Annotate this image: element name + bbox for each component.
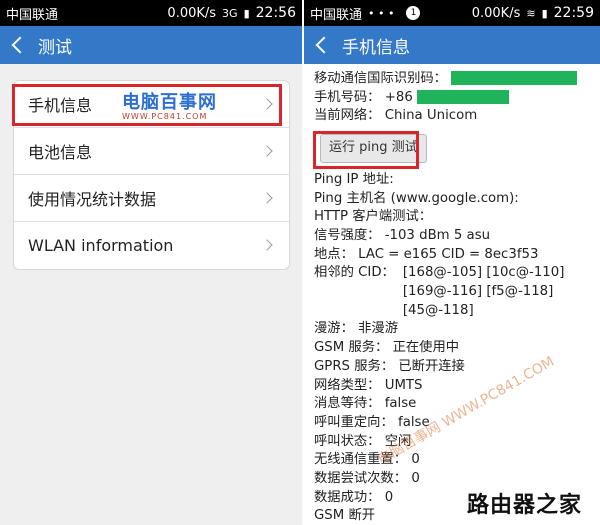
ping-ip-row: Ping IP 地址: bbox=[314, 171, 394, 187]
menu-item-label: WLAN information bbox=[28, 236, 174, 255]
call-state-label: 呼叫状态： bbox=[314, 433, 381, 449]
page-title: 测试 bbox=[38, 37, 72, 58]
gsm-label: GSM 服务： bbox=[314, 340, 389, 356]
back-icon[interactable] bbox=[11, 36, 29, 54]
redacted-phone bbox=[417, 89, 510, 104]
menu-item-label: 使用情况统计数据 bbox=[28, 190, 157, 209]
redacted-imei bbox=[451, 71, 578, 85]
location-row: 地点： LAC = e165 CID = 8ec3f53 bbox=[314, 246, 596, 265]
neighbor-cid-value: [169@-116] [f5@-118] bbox=[402, 284, 554, 300]
back-icon[interactable] bbox=[315, 36, 333, 54]
network-label: 当前网络： bbox=[314, 108, 381, 124]
http-client-row: HTTP 客户端测试： bbox=[314, 209, 433, 225]
wifi-icon: ≋ bbox=[526, 6, 536, 20]
network-speed: 0.00K/s bbox=[471, 5, 521, 21]
network-type-row: 网络类型： UMTS bbox=[314, 377, 596, 396]
phone-label: 手机号码： bbox=[314, 89, 381, 105]
menu-item-battery-info[interactable]: 电池信息 bbox=[14, 128, 289, 175]
radio-reset-row: 无线通信重置： 0 bbox=[314, 451, 596, 470]
brand-watermark: 路由器之家 bbox=[466, 487, 582, 519]
call-state-row: 呼叫状态： 空闲 bbox=[314, 433, 596, 452]
call-redirect-label: 呼叫重定向： bbox=[314, 414, 394, 430]
watermark-url: WWW.PC841.COM bbox=[122, 112, 208, 121]
status-bar: 中国联通 • • • 1 0.00K/s ≋ ▮ 22:59 bbox=[304, 0, 600, 26]
gsm-service-row: GSM 服务： 正在使用中 bbox=[314, 339, 596, 358]
network-type-value: UMTS bbox=[384, 377, 423, 393]
message-waiting-label: 消息等待： bbox=[314, 396, 381, 412]
chevron-right-icon bbox=[261, 192, 273, 204]
battery-icon: ▮ bbox=[243, 6, 250, 20]
carrier-name: 中国联通 bbox=[310, 7, 363, 23]
phone-prefix: +86 bbox=[384, 89, 413, 105]
gsm-value: 正在使用中 bbox=[392, 340, 460, 356]
signal-row: 信号强度： -103 dBm 5 asu bbox=[314, 227, 596, 246]
phone-number-row: 手机号码： +86 bbox=[314, 89, 596, 108]
clock: 22:59 bbox=[553, 5, 594, 21]
ping-host-row: Ping 主机名 (www.google.com): bbox=[314, 190, 519, 206]
chevron-right-icon bbox=[261, 145, 273, 157]
network-row: 当前网络： China Unicom bbox=[314, 107, 596, 126]
highlight-box-ping-button bbox=[313, 131, 419, 169]
roaming-value: 非漫游 bbox=[358, 321, 399, 337]
chevron-right-icon bbox=[261, 239, 273, 251]
watermark-title: 电脑百事网 bbox=[122, 92, 217, 113]
roaming-label: 漫游： bbox=[314, 321, 354, 337]
notification-dots-icon: • • • bbox=[368, 6, 395, 20]
message-waiting-value: false bbox=[384, 396, 417, 412]
neighbor-cid-value: [168@-105] [10c@-110] bbox=[402, 265, 565, 281]
neighbor-cid-label: 相邻的 CID： bbox=[314, 265, 395, 281]
notification-badge: 1 bbox=[406, 6, 421, 20]
page-title: 手机信息 bbox=[342, 37, 410, 58]
network-speed: 0.00K/s bbox=[167, 5, 217, 21]
gprs-label: GPRS 服务： bbox=[314, 358, 395, 374]
data-success-label: 数据成功： bbox=[314, 489, 381, 505]
signal-value: -103 dBm 5 asu bbox=[384, 227, 491, 243]
radio-reset-value: 0 bbox=[411, 452, 420, 468]
location-value: LAC = e165 CID = 8ec3f53 bbox=[358, 246, 539, 262]
gprs-value: 已断开连接 bbox=[398, 358, 465, 374]
network-value: China Unicom bbox=[384, 108, 478, 124]
right-screen: 中国联通 • • • 1 0.00K/s ≋ ▮ 22:59 手机信息 移动通信… bbox=[304, 0, 600, 525]
signal-label: 信号强度： bbox=[314, 227, 381, 243]
left-screen: 中国联通 0.00K/s 3G ▮ 22:56 测试 手机信息 电池信息 使用情… bbox=[0, 0, 302, 525]
battery-icon: ▮ bbox=[541, 6, 548, 20]
status-bar: 中国联通 0.00K/s 3G ▮ 22:56 bbox=[0, 0, 302, 26]
location-label: 地点： bbox=[314, 246, 354, 262]
data-attempts-label: 数据尝试次数： bbox=[314, 471, 408, 487]
neighbor-cid-row: 相邻的 CID： [168@-105] [10c@-110] [169@-116… bbox=[314, 264, 596, 320]
signal-3g-icon: 3G bbox=[222, 6, 238, 20]
neighbor-cid-value: [45@-118] bbox=[402, 302, 474, 318]
title-bar: 测试 bbox=[0, 26, 302, 64]
menu-item-label: 电池信息 bbox=[28, 143, 93, 162]
menu-item-usage-stats[interactable]: 使用情况统计数据 bbox=[14, 175, 289, 222]
imei-row: 移动通信国际识别码： bbox=[314, 70, 596, 89]
watermark-logo: 电脑百事网 WWW.PC841.COM bbox=[122, 88, 217, 121]
menu-item-wlan-info[interactable]: WLAN information bbox=[14, 222, 289, 269]
data-success-value: 0 bbox=[384, 489, 394, 505]
roaming-row: 漫游： 非漫游 bbox=[314, 320, 596, 339]
imei-label: 移动通信国际识别码： bbox=[314, 71, 447, 86]
data-attempts-row: 数据尝试次数： 0 bbox=[314, 470, 596, 489]
title-bar: 手机信息 bbox=[304, 26, 600, 64]
network-type-label: 网络类型： bbox=[314, 377, 381, 393]
clock: 22:56 bbox=[255, 5, 296, 21]
data-attempts-value: 0 bbox=[411, 471, 420, 487]
carrier-name: 中国联通 bbox=[6, 7, 59, 23]
